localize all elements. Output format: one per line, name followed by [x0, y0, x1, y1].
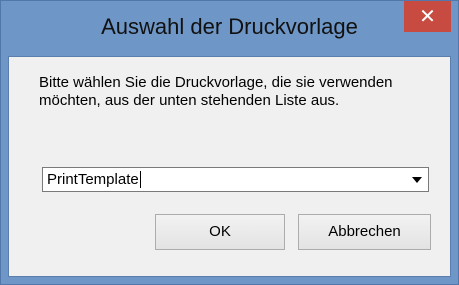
cancel-button[interactable]: Abbrechen: [298, 214, 431, 250]
template-dropdown-value[interactable]: PrintTemplate: [47, 171, 141, 188]
title-bar[interactable]: Auswahl der Druckvorlage ✕: [1, 1, 458, 64]
template-dropdown[interactable]: PrintTemplate: [42, 167, 429, 192]
dialog-body: Bitte wählen Sie die Druckvorlage, die s…: [8, 56, 451, 277]
close-button[interactable]: ✕: [404, 1, 451, 32]
dialog-window: Auswahl der Druckvorlage ✕ Bitte wählen …: [0, 0, 459, 285]
instruction-text: Bitte wählen Sie die Druckvorlage, die s…: [39, 74, 393, 109]
ok-button[interactable]: OK: [155, 214, 285, 250]
window-title: Auswahl der Druckvorlage: [101, 14, 358, 39]
chevron-down-icon[interactable]: [406, 168, 428, 191]
close-icon: ✕: [419, 4, 436, 28]
